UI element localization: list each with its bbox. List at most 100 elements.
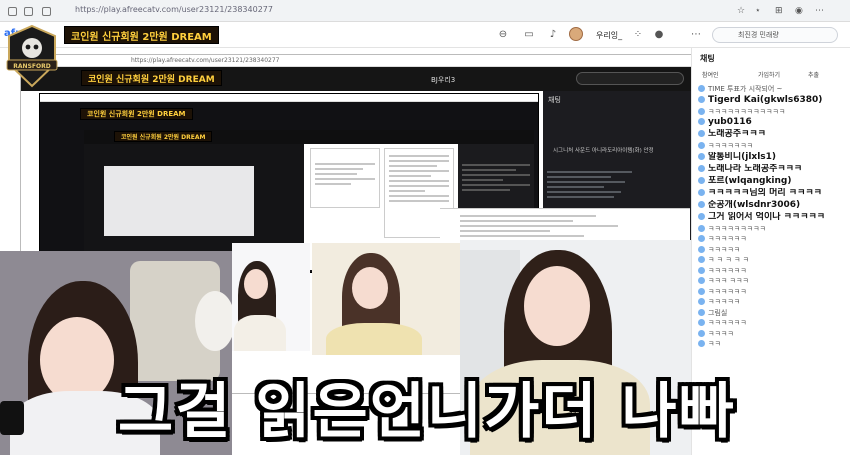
favorites-icon[interactable]: ⋆ <box>755 6 761 16</box>
bell-icon[interactable]: ♪ <box>547 29 559 41</box>
user-badge-icon <box>698 118 705 125</box>
chat-message: ㅋㅋㅋㅋㅋㅋㅋㅋㅋㅋㅋㅋ <box>692 107 850 118</box>
chat-message: 포르(wlqangking) <box>692 176 850 188</box>
profile-icon[interactable]: ◉ <box>795 6 803 16</box>
chat-message-text: ㅋㅋㅋㅋㅋㅋㅋㅋㅋ <box>708 224 766 233</box>
chat-message-text: TIME 투표가 시작되어 ~ <box>708 85 783 93</box>
chat-message-list: TIME 투표가 시작되어 ~ Tigerd Kai(gkwls6380) ㅋㅋㅋㅋ… <box>692 84 850 350</box>
user-badge-icon <box>698 298 705 305</box>
avatar[interactable] <box>569 27 583 41</box>
chat-message: ㅋㅋㅋㅋ <box>692 329 850 340</box>
chat-message: 노래나라 노래공주ㅋㅋㅋ <box>692 164 850 176</box>
chat-message-text: ㅋㅋㅋㅋㅋㅋㅋㅋㅋㅋㅋㅋ <box>708 107 786 116</box>
address-bar[interactable]: https://play.afreecatv.com/user23121/238… <box>75 5 273 14</box>
nested-window-4 <box>104 166 254 236</box>
chat-message-text: 순공개(wlsdnr3006) <box>708 199 801 210</box>
nested-title: 코인원 신규회원 2만원 DREAM <box>81 70 222 86</box>
subtitle-caption: 그걸 읽은언니가더 나빠 <box>118 377 736 447</box>
search-input[interactable]: 최진경 민래량 <box>712 27 838 43</box>
menu-icon[interactable]: ⋯ <box>815 6 824 16</box>
cam-small-2 <box>312 243 460 355</box>
user-badge-icon <box>698 235 705 242</box>
chat-message-text: ㅋ ㅋ ㅋ ㅋ ㅋ <box>708 256 750 264</box>
chat-message-text: 그림실 <box>708 308 728 317</box>
nested-toolbar: https://play.afreecatv.com/user23121/238… <box>21 55 691 67</box>
collections-icon[interactable]: ⊞ <box>775 6 783 16</box>
chat-message: ㅋㅋㅋㅋㅋㅋㅋ <box>692 141 850 152</box>
refresh-icon[interactable] <box>24 7 33 16</box>
back-icon[interactable] <box>8 7 17 16</box>
chat-bubble-icon[interactable]: ● <box>653 29 665 41</box>
chat-message: ㅋㅋㅋㅋㅋㅋ <box>692 266 850 277</box>
chat-message-text: 알통비니(jlxls1) <box>708 151 777 162</box>
chat-message-text: ㅋㅋㅋㅋ <box>708 329 734 338</box>
nested-title-3: 코인원 신규회원 2만원 DREAM <box>114 131 213 142</box>
chat-tabs: 참여인 가입하기 추출 <box>692 67 850 81</box>
chat-message-text: 포르(wlqangking) <box>708 175 792 186</box>
nested-url: https://play.afreecatv.com/user23121/238… <box>131 57 280 64</box>
nested-user-name: BJ우리3 <box>431 76 456 84</box>
nested-toolbar-2 <box>40 94 538 102</box>
user-badge-icon <box>698 277 705 284</box>
chat-message-text: 노래나라 노래공주ㅋㅋㅋ <box>708 163 803 174</box>
home-icon[interactable] <box>42 7 51 16</box>
user-badge-icon <box>698 176 705 184</box>
chat-message-text: ㅋㅋㅋㅋㅋㅋ <box>708 266 747 275</box>
chat-message-text: 노래공주ㅋㅋㅋ <box>708 129 766 139</box>
chat-message: ㅋㅋㅋㅋㅋㅋ <box>692 234 850 245</box>
chat-message: TIME 투표가 시작되어 ~ <box>692 84 850 95</box>
chat-message-text: ㅋㅋㅋㅋㅋ님의 머리 ㅋㅋㅋㅋ <box>708 187 822 198</box>
user-badge-icon <box>698 256 705 263</box>
video-icon[interactable]: ▭ <box>523 29 535 41</box>
nested-header: 코인원 신규회원 2만원 DREAM BJ우리3 <box>21 67 691 91</box>
chat-message: ㅋㅋㅋㅋㅋㅋ <box>692 318 850 329</box>
user-badge-icon <box>698 142 705 149</box>
chat-tab-extract[interactable]: 추출 <box>808 70 819 79</box>
chat-message-text: ㅋㅋㅋㅋㅋㅋㅋ <box>708 142 754 150</box>
chat-tab-participants[interactable]: 참여인 <box>702 70 719 79</box>
chat-message: 그림실 <box>692 308 850 319</box>
cam-small-1 <box>232 243 310 351</box>
user-badge-icon <box>698 224 705 232</box>
screenshot-root: https://play.afreecatv.com/user23121/238… <box>0 0 850 455</box>
user-badge-icon <box>698 308 705 316</box>
nested-chat-title: 채팅 <box>548 96 561 104</box>
extensions-icon[interactable]: ☆ <box>737 6 745 16</box>
user-badge-icon <box>698 287 705 295</box>
chat-message: ㅋㅋㅋ ㅋㅋㅋ <box>692 276 850 287</box>
chat-message: ㅋㅋㅋㅋㅋ <box>692 245 850 256</box>
user-badge-icon <box>698 266 705 274</box>
chat-title: 채팅 <box>700 54 715 63</box>
user-badge-icon <box>698 95 705 103</box>
nested-dialog <box>310 148 380 208</box>
browser-toolbar: https://play.afreecatv.com/user23121/238… <box>0 0 850 22</box>
nested-title-2: 코인원 신규회원 2만원 DREAM <box>80 108 193 120</box>
chat-tab-join[interactable]: 가입하기 <box>758 70 780 79</box>
chat-message: ㅋㅋㅋㅋㅋㅋ <box>692 287 850 298</box>
grid-icon[interactable]: ⁘ <box>632 29 644 41</box>
chat-message: 알통비니(jlxls1) <box>692 152 850 164</box>
chat-message: ㅋㅋㅋㅋㅋ님의 머리 ㅋㅋㅋㅋ <box>692 188 850 200</box>
chat-message: Tigerd Kai(gkwls6380) <box>692 95 850 107</box>
chat-message-text: ㅋㅋㅋㅋㅋㅋ <box>708 287 747 296</box>
chat-message-text: ㅋㅋㅋㅋㅋㅋ <box>708 235 747 243</box>
user-badge-icon <box>698 130 705 137</box>
chat-message: 노래공주ㅋㅋㅋ <box>692 129 850 141</box>
chat-message-text: 그거 읽어서 억이나 ㅋㅋㅋㅋㅋ <box>708 211 826 222</box>
user-badge-icon <box>698 188 705 196</box>
nested-header-3: 코인원 신규회원 2만원 DREAM <box>84 130 534 144</box>
chat-message: ㅋㅋ <box>692 339 850 350</box>
more-icon[interactable]: ⋯ <box>690 29 702 41</box>
nested-chat-notice: 시그니처 사운드 아니라도리아이템(화) 안정 <box>553 148 654 154</box>
app-header: afreeca 코인원 신규회원 2만원 DREAM ⊖ ▭ ♪ 우리잉_ ⁘ … <box>0 22 850 48</box>
chat-message: ㅋㅋㅋㅋㅋ <box>692 297 850 308</box>
user-badge-icon <box>698 200 705 208</box>
user-badge-icon <box>698 319 705 326</box>
nested-chat-lines <box>547 171 689 201</box>
user-name[interactable]: 우리잉_ <box>596 30 622 41</box>
cast-icon[interactable]: ⊖ <box>497 29 509 41</box>
chat-message: ㅋ ㅋ ㅋ ㅋ ㅋ <box>692 255 850 266</box>
chat-message: ㅋㅋㅋㅋㅋㅋㅋㅋㅋ <box>692 224 850 235</box>
chat-message: 순공개(wlsdnr3006) <box>692 200 850 212</box>
broadcast-title: 코인원 신규회원 2만원 DREAM <box>64 26 219 44</box>
